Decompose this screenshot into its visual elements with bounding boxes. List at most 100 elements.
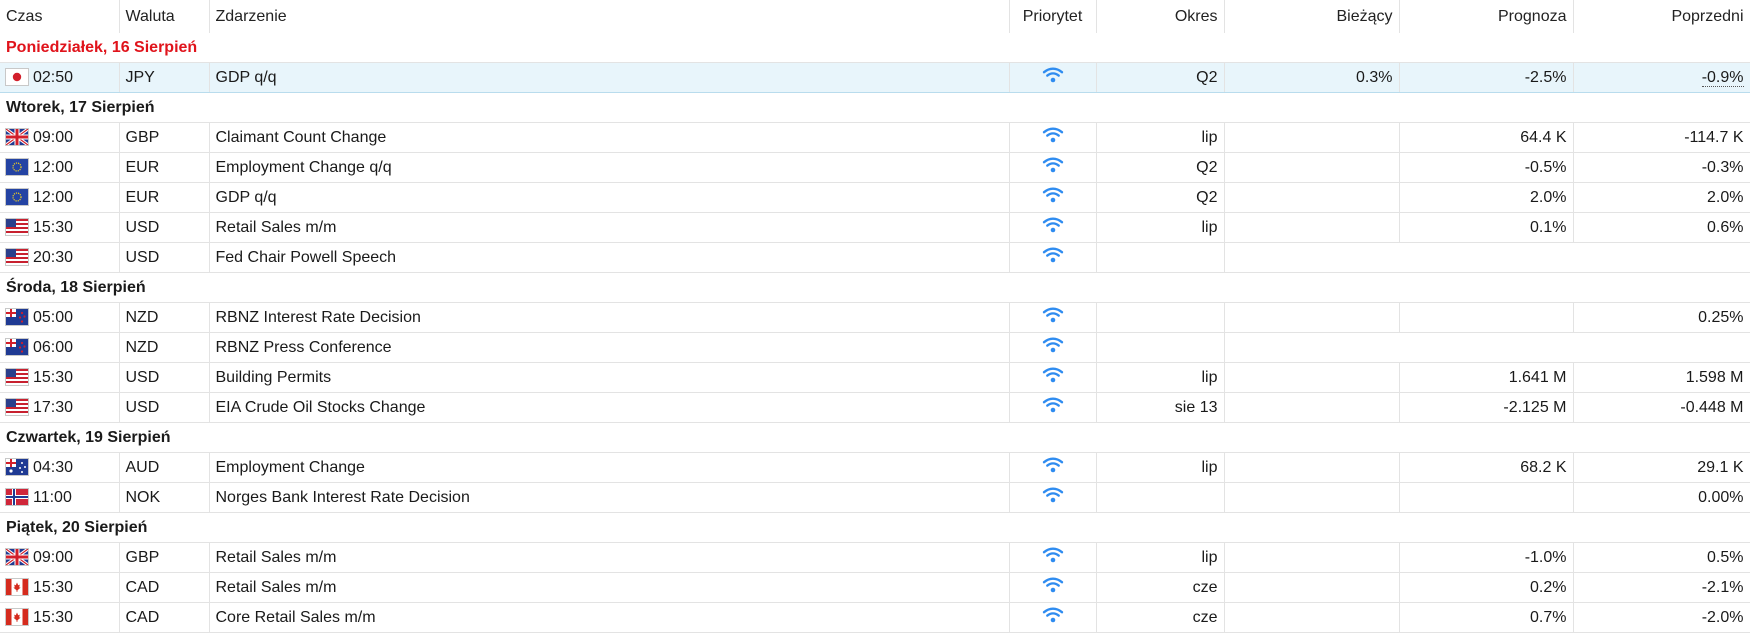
event-name[interactable]: Employment Change [209, 452, 1010, 483]
time-cell: 09:00 [0, 542, 120, 573]
column-header-time[interactable]: Czas [0, 0, 120, 33]
previous-value: 1.598 M [1685, 368, 1744, 386]
high-priority-icon [1042, 366, 1064, 389]
currency-cell: NZD [119, 332, 210, 363]
day-header-row: Czwartek, 19 Sierpień [0, 422, 1750, 453]
event-row[interactable]: 15:30 USD Retail Sales m/m lip 0.1% 0.6% [0, 212, 1750, 243]
priority-cell [1009, 392, 1097, 423]
speech-empty-cell [1224, 242, 1750, 273]
event-name[interactable]: Core Retail Sales m/m [209, 602, 1010, 633]
event-time: 05:00 [33, 308, 74, 326]
column-header-actual[interactable]: Bieżący [1224, 0, 1400, 33]
speech-empty-cell [1224, 332, 1750, 363]
time-cell: 04:30 [0, 452, 120, 483]
day-header-row: Poniedziałek, 16 Sierpień [0, 33, 1750, 63]
event-name[interactable]: Fed Chair Powell Speech [209, 242, 1010, 273]
event-name[interactable]: Employment Change q/q [209, 152, 1010, 183]
forecast-cell [1399, 482, 1574, 513]
actual-cell [1224, 152, 1400, 183]
gb-flag-icon [6, 129, 28, 146]
time-cell: 15:30 [0, 362, 120, 393]
day-label: Czwartek, 19 Sierpień [0, 422, 1750, 453]
event-row[interactable]: 04:30 AUD Employment Change lip 68.2 K 29.1 K [0, 452, 1750, 483]
previous-value: -2.0% [1701, 608, 1744, 626]
event-time: 12:00 [33, 188, 74, 206]
forecast-cell: 0.7% [1399, 602, 1574, 633]
economic-calendar: Czas Waluta Zdarzenie Priorytet Okres Bi… [0, 0, 1750, 633]
day-header-row: Piątek, 20 Sierpień [0, 512, 1750, 543]
column-header-priority[interactable]: Priorytet [1009, 0, 1097, 33]
event-time: 06:00 [33, 338, 74, 356]
event-name[interactable]: RBNZ Interest Rate Decision [209, 302, 1010, 333]
column-header-event[interactable]: Zdarzenie [209, 0, 1010, 33]
us-flag-icon [6, 219, 28, 236]
actual-cell [1224, 602, 1400, 633]
event-name[interactable]: Retail Sales m/m [209, 572, 1010, 603]
currency-cell: GBP [119, 542, 210, 573]
time-cell: 06:00 [0, 332, 120, 363]
event-row[interactable]: 15:30 CAD Core Retail Sales m/m cze 0.7% -2.0… [0, 602, 1750, 633]
priority-cell [1009, 362, 1097, 393]
previous-cell: -2.1% [1573, 572, 1750, 603]
event-time: 12:00 [33, 158, 74, 176]
currency-cell: CAD [119, 602, 210, 633]
time-cell: 20:30 [0, 242, 120, 273]
event-row[interactable]: 15:30 CAD Retail Sales m/m cze 0.2% -2.1% [0, 572, 1750, 603]
forecast-cell: -1.0% [1399, 542, 1574, 573]
actual-cell [1224, 482, 1400, 513]
event-row[interactable]: 06:00 NZD RBNZ Press Conference [0, 332, 1750, 363]
event-name[interactable]: Norges Bank Interest Rate Decision [209, 482, 1010, 513]
previous-cell: 0.6% [1573, 212, 1750, 243]
previous-value[interactable]: -0.9% [1701, 68, 1744, 87]
previous-value: 29.1 K [1697, 458, 1744, 476]
event-name[interactable]: Claimant Count Change [209, 122, 1010, 153]
actual-cell [1224, 392, 1400, 423]
event-row[interactable]: 02:50 JPY GDP q/q Q2 0.3% -2.5% -0.9% [0, 62, 1750, 93]
event-row[interactable]: 09:00 GBP Retail Sales m/m lip -1.0% 0.5% [0, 542, 1750, 573]
table-header: Czas Waluta Zdarzenie Priorytet Okres Bi… [0, 0, 1750, 33]
event-row[interactable]: 12:00 EUR Employment Change q/q Q2 -0.5% -0.3… [0, 152, 1750, 183]
previous-cell: -0.3% [1573, 152, 1750, 183]
column-header-currency[interactable]: Waluta [119, 0, 210, 33]
forecast-cell: 68.2 K [1399, 452, 1574, 483]
nz-flag-icon [6, 339, 28, 356]
period-cell: lip [1096, 542, 1225, 573]
event-row[interactable]: 09:00 GBP Claimant Count Change lip 64.4 K -1… [0, 122, 1750, 153]
high-priority-icon [1042, 456, 1064, 479]
event-row[interactable]: 11:00 NOK Norges Bank Interest Rate Decisi… [0, 482, 1750, 513]
currency-cell: USD [119, 242, 210, 273]
event-time: 04:30 [33, 458, 74, 476]
previous-value: 0.6% [1707, 218, 1744, 236]
event-row[interactable]: 20:30 USD Fed Chair Powell Speech [0, 242, 1750, 273]
previous-cell: -114.7 K [1573, 122, 1750, 153]
time-cell: 15:30 [0, 212, 120, 243]
event-name[interactable]: RBNZ Press Conference [209, 332, 1010, 363]
event-name[interactable]: Building Permits [209, 362, 1010, 393]
event-name[interactable]: Retail Sales m/m [209, 542, 1010, 573]
event-row[interactable]: 05:00 NZD RBNZ Interest Rate Decision 0.25% [0, 302, 1750, 333]
previous-cell: 29.1 K [1573, 452, 1750, 483]
event-name[interactable]: Retail Sales m/m [209, 212, 1010, 243]
time-cell: 12:00 [0, 182, 120, 213]
event-row[interactable]: 12:00 EUR GDP q/q Q2 2.0% 2.0% [0, 182, 1750, 213]
currency-cell: GBP [119, 122, 210, 153]
event-name[interactable]: GDP q/q [209, 182, 1010, 213]
event-row[interactable]: 17:30 USD EIA Crude Oil Stocks Change sie 1… [0, 392, 1750, 423]
actual-cell [1224, 542, 1400, 573]
event-time: 17:30 [33, 398, 74, 416]
priority-cell [1009, 572, 1097, 603]
gb-flag-icon [6, 549, 28, 566]
previous-cell: 2.0% [1573, 182, 1750, 213]
priority-cell [1009, 482, 1097, 513]
column-header-forecast[interactable]: Prognoza [1399, 0, 1574, 33]
previous-cell: 0.5% [1573, 542, 1750, 573]
event-name[interactable]: GDP q/q [209, 62, 1010, 93]
us-flag-icon [6, 249, 28, 266]
column-header-previous[interactable]: Poprzedni [1573, 0, 1750, 33]
event-row[interactable]: 15:30 USD Building Permits lip 1.641 M 1.598 … [0, 362, 1750, 393]
forecast-cell: 1.641 M [1399, 362, 1574, 393]
au-flag-icon [6, 459, 28, 476]
event-name[interactable]: EIA Crude Oil Stocks Change [209, 392, 1010, 423]
period-cell: sie 13 [1096, 392, 1225, 423]
column-header-period[interactable]: Okres [1096, 0, 1225, 33]
